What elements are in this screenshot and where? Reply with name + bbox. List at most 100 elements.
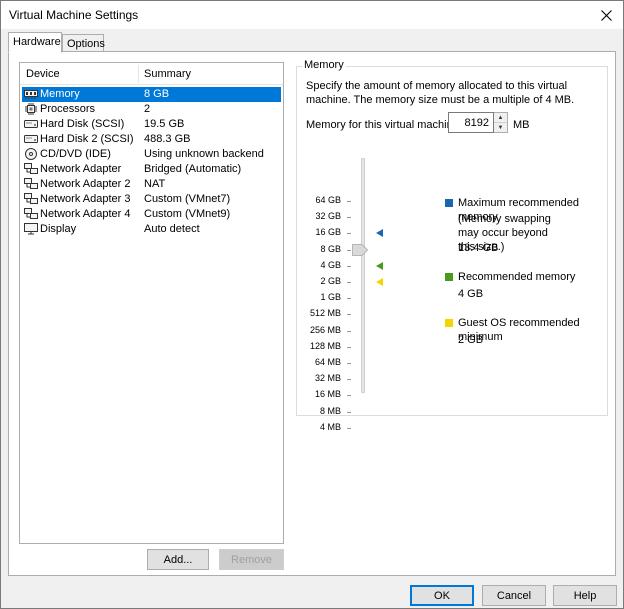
memory-slider-track[interactable] <box>361 158 365 393</box>
memory-scale-label: 32 MB <box>314 373 341 384</box>
network-adapter-icon <box>24 178 38 190</box>
memory-scale-label: 2 GB <box>320 276 341 286</box>
column-header-device[interactable]: Device <box>26 68 60 80</box>
close-icon <box>600 9 612 21</box>
max-recommended-marker-icon <box>376 229 383 238</box>
close-button[interactable] <box>589 1 623 29</box>
recommended-marker-icon <box>376 261 383 270</box>
memory-scale-tick <box>347 314 351 316</box>
memory-scale-label: 8 MB <box>319 405 341 416</box>
device-summary: 19.5 GB <box>144 118 185 130</box>
memory-scale-tick <box>347 233 351 235</box>
device-row-display[interactable]: Display Auto detect <box>22 222 281 237</box>
device-summary: 8 GB <box>144 88 170 100</box>
memory-scale-tick <box>347 427 351 429</box>
memory-scale-label: 4 MB <box>319 421 341 432</box>
recommended-swatch <box>445 273 453 281</box>
memory-scale-label: 64 MB <box>314 357 341 367</box>
device-row-memory[interactable]: Memory 8 GB <box>22 87 281 102</box>
recommended-title: Recommended memory <box>458 271 576 283</box>
hard-disk-icon <box>24 118 38 130</box>
memory-scale-label: 1 GB <box>320 292 341 303</box>
memory-spinner: ▲ ▼ <box>494 112 508 133</box>
memory-scale-label: 256 MB <box>309 324 341 335</box>
memory-size-input[interactable] <box>448 112 494 133</box>
help-button[interactable]: Help <box>553 585 617 606</box>
spin-up-icon[interactable]: ▲ <box>494 113 507 123</box>
device-summary: 2 <box>144 103 151 115</box>
memory-scale-label: 8 GB <box>320 243 341 254</box>
device-name: Network Adapter <box>40 163 122 175</box>
memory-scale-label: 16 MB <box>314 389 341 400</box>
memory-group: Memory Specify the amount of memory allo… <box>296 59 608 432</box>
device-row-cd-dvd-ide[interactable]: CD/DVD (IDE) Using unknown backend <box>22 147 281 162</box>
device-row-hard-disk-2-scsi[interactable]: Hard Disk 2 (SCSI) 488.3 GB <box>22 132 281 147</box>
remove-button[interactable]: Remove <box>219 549 284 570</box>
device-name: Processors <box>40 103 96 115</box>
memory-scale-tick <box>347 298 351 300</box>
memory-description: Specify the amount of memory allocated t… <box>306 80 575 106</box>
device-row-network-adapter-2[interactable]: Network Adapter 2 NAT <box>22 177 281 192</box>
memory-scale-tick <box>347 346 351 348</box>
device-name: Display <box>40 223 77 235</box>
memory-scale-tick <box>347 249 351 251</box>
device-row-network-adapter-4[interactable]: Network Adapter 4 Custom (VMnet9) <box>22 207 281 222</box>
memory-scale-label: 32 GB <box>315 211 341 222</box>
device-name: Network Adapter 4 <box>40 208 131 220</box>
max-recommended-swatch <box>445 199 453 207</box>
device-name: Network Adapter 2 <box>40 178 131 190</box>
device-row-processors[interactable]: Processors 2 <box>22 102 281 117</box>
tab-hardware[interactable]: Hardware <box>8 32 62 53</box>
memory-scale-tick <box>347 363 351 364</box>
guest-min-value: 2 GB <box>458 334 484 346</box>
cancel-button[interactable]: Cancel <box>482 585 546 606</box>
memory-scale-tick <box>347 379 351 381</box>
memory-scale-label: 128 MB <box>309 340 341 351</box>
window-title: Virtual Machine Settings <box>9 8 139 22</box>
memory-scale-tick <box>347 395 351 397</box>
memory-scale-label: 512 MB <box>309 308 341 319</box>
device-summary: 488.3 GB <box>144 133 191 145</box>
device-name: Hard Disk (SCSI) <box>40 118 125 130</box>
cd-dvd-icon <box>24 148 38 160</box>
memory-scale-label: 4 GB <box>320 259 341 270</box>
title-bar: Virtual Machine Settings <box>1 1 623 29</box>
device-summary: Using unknown backend <box>144 148 264 160</box>
network-adapter-icon <box>24 193 38 205</box>
memory-group-title: Memory <box>302 59 346 71</box>
device-summary: Custom (VMnet9) <box>144 208 231 220</box>
device-summary: Custom (VMnet7) <box>144 193 231 205</box>
column-separator[interactable] <box>138 65 139 83</box>
device-name: Hard Disk 2 (SCSI) <box>40 133 134 145</box>
device-summary: NAT <box>144 178 166 190</box>
device-list[interactable]: Device Summary Memory 8 GB Processors 2 Hard… <box>19 62 284 544</box>
processor-icon <box>24 103 38 115</box>
display-icon <box>24 223 38 235</box>
memory-slider-thumb[interactable] <box>352 243 368 256</box>
network-adapter-icon <box>24 163 38 175</box>
virtual-machine-settings-dialog: Virtual Machine Settings Hardware Option… <box>0 0 624 609</box>
network-adapter-icon <box>24 208 38 220</box>
guest-min-swatch <box>445 319 453 327</box>
device-summary: Bridged (Automatic) <box>144 163 242 175</box>
max-recommended-value: 13.4 GB <box>458 242 499 254</box>
memory-scale-tick <box>347 265 351 267</box>
memory-scale-label: 16 GB <box>315 227 341 238</box>
add-button[interactable]: Add... <box>147 549 209 570</box>
device-row-network-adapter[interactable]: Network Adapter Bridged (Automatic) <box>22 162 281 177</box>
memory-scale-label: 64 GB <box>315 195 341 205</box>
memory-scale-tick <box>347 411 351 413</box>
memory-scale-tick <box>347 217 351 219</box>
ok-button[interactable]: OK <box>410 585 474 606</box>
recommended-value: 4 GB <box>458 288 484 300</box>
memory-field-label: Memory for this virtual machine: <box>306 119 462 131</box>
memory-icon <box>24 88 38 100</box>
device-row-hard-disk-scsi[interactable]: Hard Disk (SCSI) 19.5 GB <box>22 117 281 132</box>
spin-down-icon[interactable]: ▼ <box>494 123 507 133</box>
column-header-summary[interactable]: Summary <box>144 68 191 80</box>
device-name: Network Adapter 3 <box>40 193 131 205</box>
device-summary: Auto detect <box>144 223 200 235</box>
device-name: Memory <box>40 88 80 100</box>
hard-disk-icon <box>24 133 38 145</box>
device-row-network-adapter-3[interactable]: Network Adapter 3 Custom (VMnet7) <box>22 192 281 207</box>
